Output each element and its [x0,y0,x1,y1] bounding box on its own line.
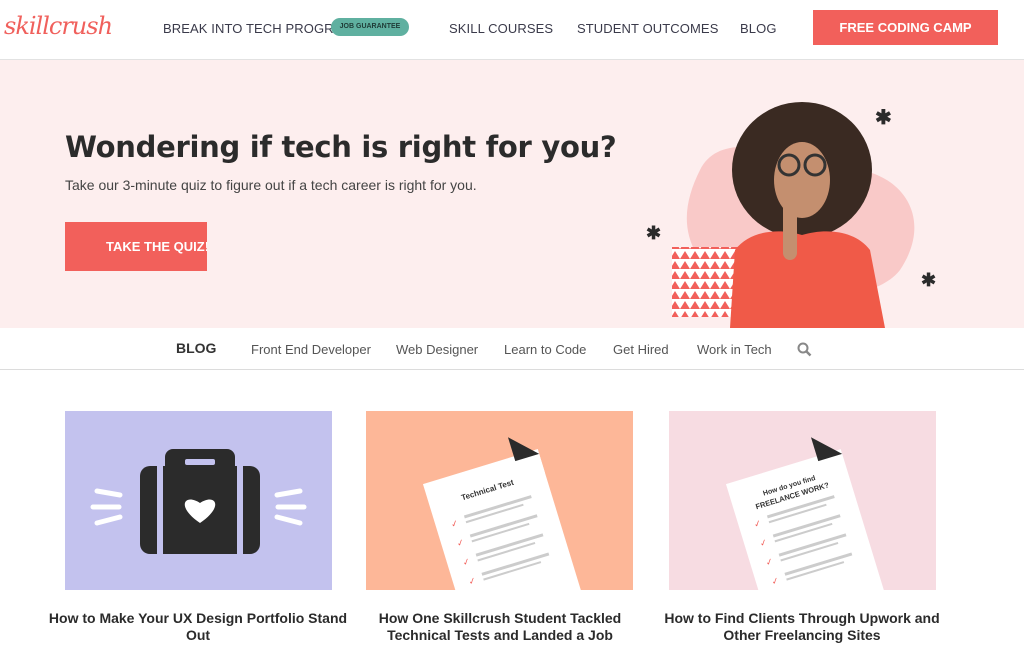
hero-image [672,102,915,328]
asterisk-icon: ✱ [875,107,892,129]
take-quiz-button[interactable]: TAKE THE QUIZ! [65,222,207,271]
card-title-technical-test[interactable]: How One Skillcrush Student Tackled Techn… [350,610,650,644]
shirt [730,231,885,328]
nav-blog[interactable]: BLOG [740,21,777,36]
search-icon[interactable] [797,342,812,357]
card-image-ux[interactable] [65,411,332,590]
blog-nav: BLOG Front End Developer Web Designer Le… [0,328,1024,370]
asterisk-icon: ✱ [646,223,662,243]
blog-nav-title[interactable]: BLOG [176,340,216,356]
hero-subtitle: Take our 3-minute quiz to figure out if … [65,177,477,193]
card-image-freelance[interactable]: How do you find FREELANCE WORK? ✓ ✓ ✓ ✓ [669,411,936,590]
card-title-freelance[interactable]: How to Find Clients Through Upwork and O… [652,610,952,644]
nav-break-into-tech[interactable]: BREAK INTO TECH PROGRAM [163,21,353,36]
asterisk-icon: ✱ [921,270,937,290]
card-title-ux[interactable]: How to Make Your UX Design Portfolio Sta… [48,610,348,644]
card-image-technical-test[interactable]: Technical Test ✓ ✓ ✓ ✓ [366,411,633,590]
top-nav: skillcrush BREAK INTO TECH PROGRAM JOB G… [0,0,1024,60]
hero-title: Wondering if tech is right for you? [65,130,617,164]
nav-student-outcomes[interactable]: STUDENT OUTCOMES [577,21,718,36]
blog-nav-front-end[interactable]: Front End Developer [251,342,371,357]
nav-skill-courses[interactable]: SKILL COURSES [449,21,553,36]
blog-nav-work-in-tech[interactable]: Work in Tech [697,342,772,357]
job-guarantee-badge: JOB GUARANTEE [331,18,409,36]
blog-nav-learn-to-code[interactable]: Learn to Code [504,342,586,357]
logo[interactable]: skillcrush [4,12,113,40]
blog-nav-get-hired[interactable]: Get Hired [613,342,669,357]
free-coding-camp-button[interactable]: FREE CODING CAMP [813,10,998,45]
blog-nav-web-designer[interactable]: Web Designer [396,342,478,357]
hero-banner: Wondering if tech is right for you? Take… [0,60,1024,328]
